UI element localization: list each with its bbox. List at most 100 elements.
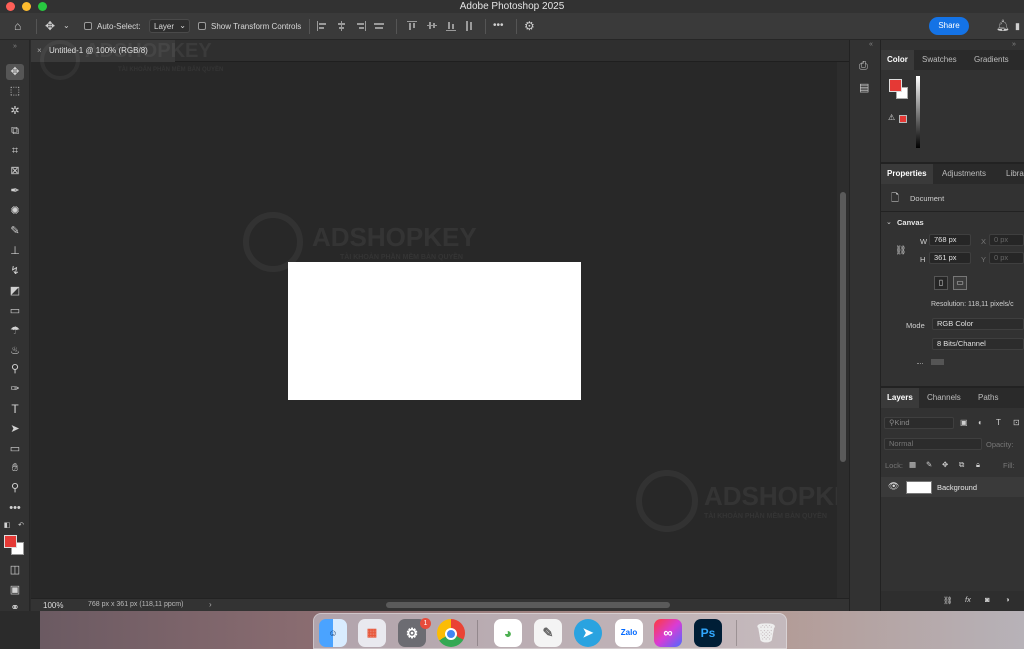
brush-icon[interactable]: ✎ [6, 223, 24, 239]
share-button[interactable]: Share [929, 17, 969, 35]
dodge-icon[interactable]: ♨ [6, 343, 24, 359]
hand-icon[interactable]: ✋︎ [6, 460, 24, 476]
collapse-chevron-icon[interactable]: » [6, 39, 24, 55]
finder-icon[interactable]: ☺ [319, 619, 347, 647]
tab-layers[interactable]: Layers [881, 388, 919, 408]
landscape-orientation-icon[interactable]: ▭ [953, 276, 967, 290]
eraser-icon[interactable]: ◩ [6, 283, 24, 299]
distribute-horizontal-icon[interactable] [374, 21, 384, 31]
pen-icon[interactable]: ✑ [6, 381, 24, 397]
quick-mask-icon[interactable]: ◫ [6, 562, 24, 578]
bell-icon[interactable]: 🔔︎ [996, 19, 1010, 33]
frame-icon[interactable]: ⊠ [6, 163, 24, 179]
color-foreground-swatch[interactable] [889, 79, 902, 92]
zoom-icon[interactable]: ⚲ [6, 480, 24, 496]
home-icon[interactable]: ⌂ [14, 19, 21, 33]
gamut-color-swatch[interactable] [899, 115, 907, 123]
distribute-vertical-icon[interactable] [464, 21, 474, 31]
blur-icon[interactable]: ☂ [6, 323, 24, 339]
align-top-icon[interactable] [407, 21, 417, 31]
zalo-icon[interactable]: Zalo [615, 619, 643, 647]
chevron-down-icon[interactable]: ⌄ [886, 218, 892, 226]
blend-mode-dropdown[interactable]: Normal [884, 438, 982, 450]
healing-brush-icon[interactable]: ✺ [6, 203, 24, 219]
object-selection-icon[interactable]: ✲ [6, 103, 24, 119]
gradient-icon[interactable]: ▭ [6, 303, 24, 319]
collapse-chevron-icon[interactable]: « [869, 41, 873, 48]
tab-adjustments[interactable]: Adjustments [936, 164, 992, 184]
tab-gradients[interactable]: Gradients [968, 50, 1015, 70]
default-colors-icon[interactable]: ◧ [2, 518, 12, 534]
rectangle-shape-icon[interactable]: ▭ [6, 441, 24, 457]
document-canvas[interactable] [288, 262, 581, 400]
link-dimensions-icon[interactable]: ⛓ [895, 245, 906, 256]
telegram-icon[interactable]: ➤ [574, 619, 602, 647]
canvas-y-field[interactable]: 0 px [989, 252, 1024, 264]
horizontal-scroll-thumb[interactable] [386, 602, 670, 608]
coccoc-icon[interactable]: ◕ [494, 619, 522, 647]
align-horizontal-center-icon[interactable] [337, 21, 347, 31]
layer-filter-dropdown[interactable]: ⚲Kind [884, 417, 954, 429]
layer-row-background[interactable]: 👁︎ Background [881, 477, 1024, 497]
align-vertical-center-icon[interactable] [427, 21, 437, 31]
creative-cloud-icon[interactable]: ∞ [654, 619, 682, 647]
tab-paths[interactable]: Paths [972, 388, 1004, 408]
lock-artboard-icon[interactable]: ⧉ [959, 460, 964, 470]
chrome-icon[interactable] [437, 619, 465, 647]
auto-select-checkbox[interactable] [84, 22, 92, 30]
panel-toggle-icon[interactable]: ▮ [1015, 19, 1020, 33]
launchpad-icon[interactable]: ▦ [358, 619, 386, 647]
adjustment-layer-filter-icon[interactable]: ◐ [978, 418, 983, 427]
sponge-icon[interactable]: ⚲ [6, 361, 24, 377]
swap-colors-icon[interactable]: ↶ [16, 518, 26, 534]
edit-toolbar-icon[interactable]: ••• [6, 500, 24, 516]
more-options-icon[interactable]: ••• [493, 19, 504, 33]
tab-channels[interactable]: Channels [921, 388, 967, 408]
tab-libraries[interactable]: Libra [1000, 164, 1024, 184]
bit-depth-dropdown[interactable]: 8 Bits/Channel [932, 338, 1024, 350]
history-brush-icon[interactable]: ↯ [6, 263, 24, 279]
path-selection-icon[interactable]: ➤ [6, 421, 24, 437]
clone-stamp-icon[interactable]: ⊥ [6, 243, 24, 259]
pixel-layer-filter-icon[interactable]: ▣ [960, 418, 968, 427]
lock-image-icon[interactable]: ✎ [926, 460, 932, 469]
tab-swatches[interactable]: Swatches [916, 50, 963, 70]
quick-selection-icon[interactable]: ⧉ [6, 123, 24, 139]
link-layers-icon[interactable]: ⛓ [943, 596, 953, 605]
tab-properties[interactable]: Properties [881, 164, 933, 184]
canvas-width-field[interactable]: 768 px [929, 234, 971, 246]
auto-select-target-dropdown[interactable]: Layer ⌄ [149, 19, 190, 33]
zoom-level[interactable]: 100% [43, 601, 63, 610]
show-transform-checkbox[interactable] [198, 22, 206, 30]
tab-color[interactable]: Color [881, 50, 914, 70]
adjustment-layer-icon[interactable]: ◑ [1005, 595, 1010, 604]
add-mask-icon[interactable]: ◙ [985, 595, 990, 604]
align-bottom-icon[interactable] [446, 21, 456, 31]
history-panel-icon[interactable]: ⎙ [859, 60, 868, 73]
background-contents-swatch[interactable] [931, 359, 944, 365]
layer-name[interactable]: Background [937, 483, 977, 492]
canvas-x-field[interactable]: 0 px [989, 234, 1024, 246]
crop-icon[interactable]: ⌗ [6, 143, 24, 159]
screen-mode-icon[interactable]: ▣ [6, 582, 24, 598]
eyedropper-icon[interactable]: ✒ [6, 183, 24, 199]
vertical-scrollbar[interactable] [837, 62, 849, 598]
align-left-icon[interactable] [317, 21, 327, 31]
collapse-chevron-icon[interactable]: » [1012, 41, 1016, 48]
color-ramp-slider[interactable] [916, 76, 920, 148]
move-tool-preset-icon[interactable]: ✥ [45, 19, 55, 33]
fx-icon[interactable]: fx [965, 595, 971, 604]
color-mode-dropdown[interactable]: RGB Color [932, 318, 1024, 330]
shape-layer-filter-icon[interactable]: ⊡ [1013, 418, 1020, 427]
foreground-color-swatch[interactable] [4, 535, 17, 548]
vertical-scroll-thumb[interactable] [840, 192, 846, 462]
lock-transparent-icon[interactable]: ▦ [909, 460, 916, 469]
gear-icon[interactable]: ⚙ [524, 19, 535, 33]
lock-position-icon[interactable]: ✥ [942, 460, 948, 469]
rectangular-marquee-icon[interactable]: ⬚ [6, 83, 24, 99]
comments-panel-icon[interactable]: ▤ [859, 81, 869, 94]
type-layer-filter-icon[interactable]: T [996, 418, 1001, 427]
extra-tool-icon[interactable]: ⚭ [6, 600, 24, 610]
photoshop-icon[interactable]: Ps [694, 619, 722, 647]
canvas-height-field[interactable]: 361 px [929, 252, 971, 264]
